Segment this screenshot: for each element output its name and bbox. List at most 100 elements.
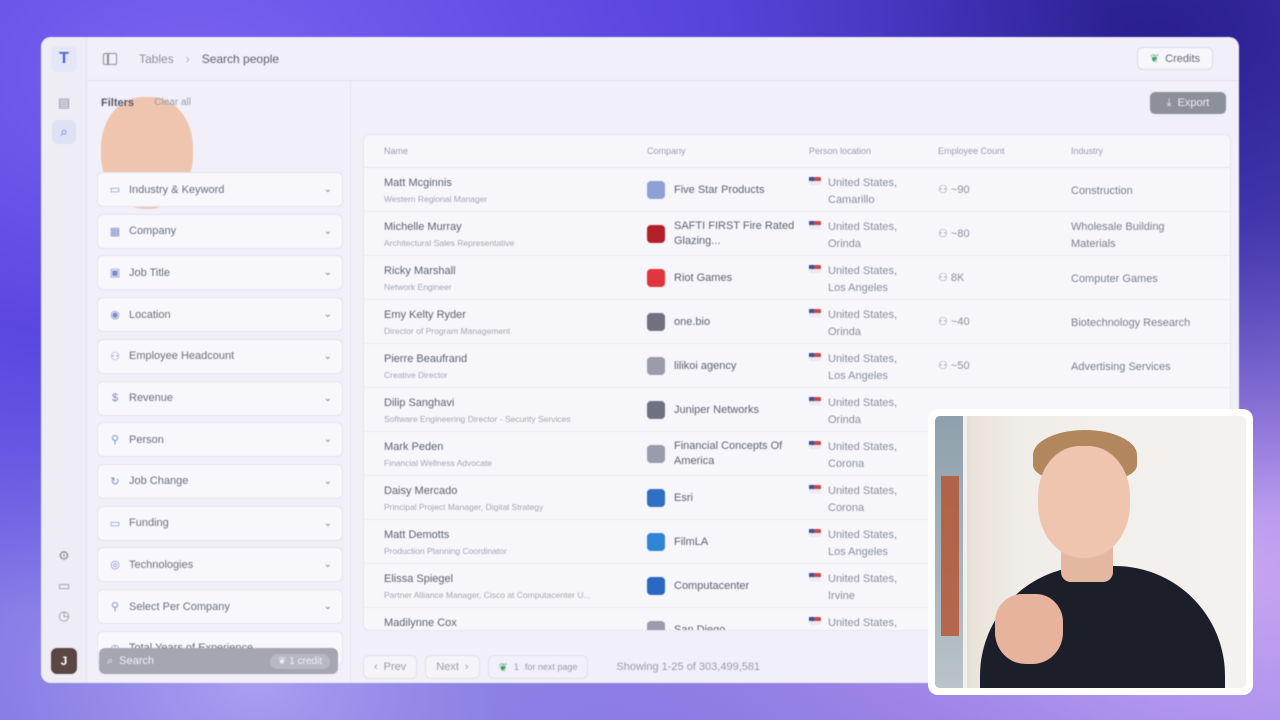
col-header-employee-count[interactable]: Employee Count [938,146,1005,156]
filter-item[interactable]: ▣ Job Title ⌄ [97,255,343,291]
company-name[interactable]: Esri [674,491,804,506]
col-header-location[interactable]: Person location [809,146,871,156]
person-name[interactable]: Ricky Marshall [384,265,456,277]
tables-icon[interactable]: ▤ [55,94,73,112]
dollar-icon: $ [111,392,119,404]
company-name[interactable]: Juniper Networks [674,403,804,418]
filter-label: Revenue [129,392,174,404]
clear-all-button[interactable]: Clear all [154,97,191,108]
location-city: Camarillo [828,194,875,206]
filter-item[interactable]: $ Revenue ⌄ [97,380,343,416]
next-page-credit-count: 1 [513,662,519,672]
person-name[interactable]: Madilynne Cox [384,617,457,629]
search-people-icon[interactable]: ⌕ [52,120,76,144]
filter-item[interactable]: ◉ Location ⌄ [97,297,343,333]
breadcrumb-chevron-icon: › [185,51,190,66]
location-country: United States, [828,265,898,277]
company-name[interactable]: Five Star Products [674,183,804,198]
company-name[interactable]: Riot Games [674,271,804,286]
filter-item[interactable]: ▭ Industry & Keyword ⌄ [97,172,343,207]
person-name[interactable]: Michelle Murray [384,221,462,233]
person-name[interactable]: Elissa Spiegel [384,573,453,585]
us-flag-icon [809,309,821,317]
company-name[interactable]: lilikoi agency [674,359,804,374]
chevron-down-icon: ⌄ [323,475,332,487]
employee-count-value: 8K [950,272,965,284]
credits-button[interactable]: ❦ Credits [1136,47,1213,70]
filters-panel: Filters Clear all ▭ Industry & Keyword ⌄ ▦ C… [87,81,351,683]
industry: Wholesale Building Materials [1071,221,1165,250]
table-row[interactable]: Michelle Murray Architectural Sales Repre… [364,212,1230,256]
person-location: United States, Orinda [828,219,928,253]
person-name[interactable]: Matt Mcginnis [384,177,452,189]
us-flag-icon [809,265,821,273]
table-row[interactable]: Emy Kelty Ryder Director of Program Manag… [364,300,1230,344]
location-city: Orinda [828,326,862,338]
people-icon: ⚇ [938,184,951,196]
company-name[interactable]: SAFTI FIRST Fire Rated Glazing... [674,219,804,249]
export-label: Export [1177,97,1210,109]
person-name[interactable]: Emy Kelty Ryder [384,309,466,321]
chevron-down-icon: ⌄ [323,225,332,237]
company-logo-icon [647,181,665,199]
company-logo-icon [647,533,665,551]
filter-label: Select Per Company [129,600,230,613]
app-logo[interactable]: T [51,46,77,72]
people-icon: ⚇ [938,316,951,328]
filter-item[interactable]: ⚲ Person ⌄ [97,422,343,458]
company-name[interactable]: one.bio [674,315,804,330]
filter-item[interactable]: ▭ Funding ⌄ [97,505,343,541]
people-icon: ⚇ [110,350,120,363]
company-name[interactable]: Financial Concepts Of America [674,439,804,469]
folder-icon: ▭ [109,184,121,196]
prev-button[interactable]: ‹ Prev [363,655,418,679]
sidebar-toggle-icon[interactable] [103,52,117,65]
person-name[interactable]: Daisy Mercado [384,485,457,497]
filter-item[interactable]: ◎ Technologies ⌄ [97,547,343,583]
table-row[interactable]: Pierre Beaufrand Creative Director lilikoi… [364,344,1230,388]
filter-item[interactable]: ↻ Job Change ⌄ [97,463,343,499]
next-button[interactable]: Next › [425,655,480,679]
export-button[interactable]: ⤓ Export [1150,92,1226,114]
person-title: Creative Director [384,370,448,380]
webcam-person-head [1038,446,1130,558]
person-title: Production Planning Coordinator [384,546,507,556]
employee-count: ⚇ 8K [938,271,964,284]
industry: Construction [1071,185,1133,197]
next-page-credit-suffix: for next page [524,662,578,672]
person-title: Software Engineering Director - Security… [384,414,571,424]
table-row[interactable]: Ricky Marshall Network Engineer Riot Games… [364,256,1230,300]
company-logo-icon [647,313,665,331]
location-country: United States, [828,529,898,541]
filter-item[interactable]: ▦ Company ⌄ [97,213,343,249]
billing-icon[interactable]: ▭ [55,577,73,595]
person-name[interactable]: Dilip Sanghavi [384,397,454,409]
person-name[interactable]: Matt Demotts [384,529,449,541]
location-city: Los Angeles [828,546,888,558]
chevron-right-icon: › [464,661,469,673]
person-name[interactable]: Pierre Beaufrand [384,353,467,365]
col-header-company[interactable]: Company [647,146,686,156]
webcam-overlay [928,409,1253,695]
filter-item[interactable]: ⚲ Select Per Company ⌄ [97,589,343,624]
company-logo-icon [647,621,665,630]
breadcrumb-parent[interactable]: Tables [139,52,174,66]
help-icon[interactable]: ◷ [55,607,73,625]
filter-label: Company [129,225,177,238]
search-button[interactable]: ⌕ Search ❦ 1 credit [99,648,338,674]
company-logo-icon [647,401,665,419]
filter-item[interactable]: ⚇ Employee Headcount ⌄ [97,338,343,374]
filter-label: Employee Headcount [129,350,235,363]
col-header-name[interactable]: Name [384,146,408,156]
col-header-industry[interactable]: Industry [1071,146,1103,156]
company-name[interactable]: San Diego [674,623,804,630]
company-name[interactable]: FilmLA [674,535,804,550]
table-row[interactable]: Matt Mcginnis Western Regional Manager Fiv… [364,168,1230,212]
avatar[interactable]: J [51,648,77,674]
location-country: United States, [828,177,898,189]
filter-label: Job Change [129,475,189,488]
settings-icon[interactable]: ⚙ [55,547,73,565]
person-name[interactable]: Mark Peden [384,441,443,453]
table-header: Name Company Person location Employee Co… [364,135,1230,168]
company-name[interactable]: Computacenter [674,579,804,594]
